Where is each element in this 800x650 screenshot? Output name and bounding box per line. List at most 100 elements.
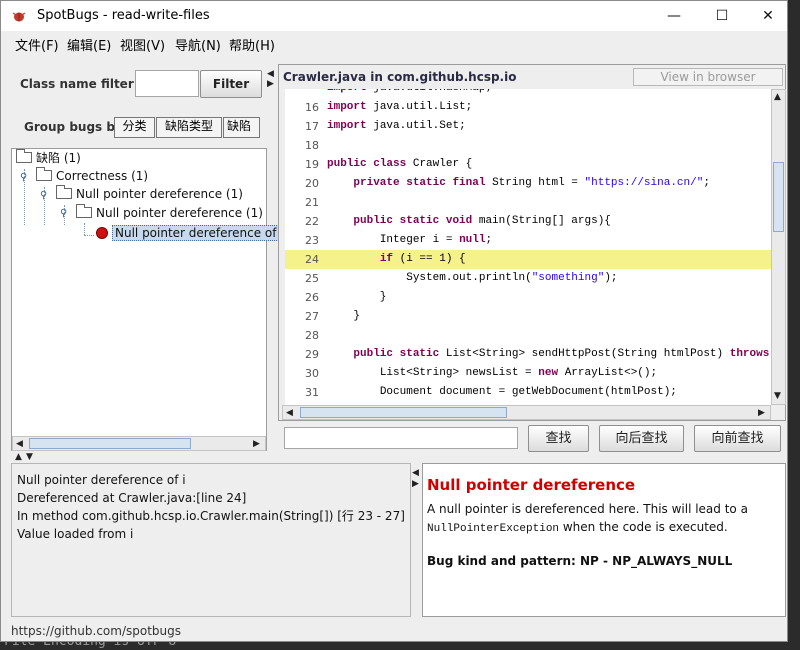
code-line: 26 } (285, 288, 771, 307)
code-text: import java.util.Set; (327, 120, 466, 132)
find-previous-button[interactable]: 向前查找 (694, 425, 781, 452)
line-number: 19 (305, 158, 319, 171)
code-text: public static List<String> sendHttpPost(… (353, 348, 770, 360)
line-number: 25 (305, 272, 319, 285)
code-text: public class Crawler { (327, 158, 473, 170)
menu-edit[interactable]: 编辑(E) (67, 35, 111, 54)
title-bar: SpotBugs - read-write-files — ☐ ✕ (1, 1, 787, 31)
code-line: 30 List<String> newsList = new ArrayList… (285, 364, 771, 383)
code-line: 31 Document document = getWebDocument(ht… (285, 383, 771, 402)
maximize-button[interactable]: ☐ (699, 1, 745, 31)
split-down-arrow-icon[interactable]: ▼ (26, 452, 33, 462)
scroll-right-icon[interactable]: ▶ (758, 408, 765, 418)
close-button[interactable]: ✕ (745, 1, 791, 31)
tree-bug-instance[interactable]: Null pointer dereference of i (96, 224, 287, 242)
search-input[interactable] (284, 427, 518, 449)
tree-bug-pattern-label: Null pointer dereference (1) (96, 206, 263, 220)
code-text: import java.util.HashMap; (327, 89, 492, 98)
details-line: In method com.github.hcsp.io.Crawler.mai… (17, 509, 405, 523)
source-code-view: import java.util.HashMap; 16 import java.u… (285, 89, 771, 405)
status-link[interactable]: https://github.com/spotbugs (11, 624, 181, 638)
source-hscroll-thumb[interactable] (300, 407, 507, 418)
code-line: 18 (285, 136, 771, 155)
line-number: 26 (305, 291, 319, 304)
menu-navigate[interactable]: 导航(N) (175, 35, 221, 54)
tree-connector (84, 223, 85, 235)
line-number: 18 (305, 139, 319, 152)
bug-kind-pattern: Bug kind and pattern: NP - NP_ALWAYS_NUL… (427, 554, 733, 568)
menu-view[interactable]: 视图(V) (120, 35, 165, 54)
tree-connector (84, 235, 94, 236)
line-number: 29 (305, 348, 319, 361)
source-vertical-scrollbar[interactable]: ▲ ▼ (771, 89, 786, 405)
expand-toggle-icon[interactable]: ⚲ (20, 172, 27, 183)
code-line: 19 public class Crawler { (285, 155, 771, 174)
group-by-bug-type[interactable]: 缺陷类型 (156, 117, 222, 138)
status-bar: https://github.com/spotbugs (1, 623, 787, 641)
group-by-bug-more[interactable]: 缺陷 (223, 117, 260, 138)
line-number: 27 (305, 310, 319, 323)
folder-icon (76, 204, 92, 218)
code-line: 23 Integer i = null; (285, 231, 771, 250)
bug-details-pane: Null pointer dereference of i Dereferenc… (11, 463, 411, 617)
expand-toggle-icon[interactable]: ⚲ (60, 208, 67, 219)
description-title: Null pointer dereference (427, 476, 636, 494)
line-number: 16 (305, 101, 319, 114)
tree-root[interactable]: 缺陷 (1) (16, 149, 81, 167)
code-text: Document document = getWebDocument(htmlP… (379, 386, 677, 398)
minimize-button[interactable]: — (651, 1, 697, 31)
source-horizontal-scrollbar[interactable]: ◀ ▶ (282, 405, 771, 420)
tree-horizontal-scrollbar[interactable]: ◀ ▶ (12, 436, 266, 451)
code-line: 21 (285, 193, 771, 212)
menu-help[interactable]: 帮助(H) (229, 35, 275, 54)
split-left-arrow-icon[interactable]: ◀ (267, 69, 274, 79)
class-filter-input[interactable] (135, 70, 199, 97)
filter-button[interactable]: Filter (200, 70, 262, 98)
split-up-arrow-icon[interactable]: ▲ (15, 452, 22, 462)
line-number: 21 (305, 196, 319, 209)
tree-bug-pattern[interactable]: Null pointer dereference (1) (76, 204, 263, 222)
code-line: 22 public static void main(String[] args… (285, 212, 771, 231)
split-left-arrow-icon[interactable]: ◀ (412, 468, 419, 478)
line-number: 30 (305, 367, 319, 380)
scroll-right-icon[interactable]: ▶ (253, 439, 260, 449)
scroll-up-icon[interactable]: ▲ (774, 92, 781, 102)
bug-app-icon (12, 12, 26, 22)
code-line-highlighted: 24 if (i == 1) { (285, 250, 771, 269)
find-next-button[interactable]: 向后查找 (599, 425, 684, 452)
window-title: SpotBugs - read-write-files (37, 8, 210, 23)
split-right-arrow-icon[interactable]: ▶ (267, 79, 274, 89)
view-in-browser-button[interactable]: View in browser (633, 68, 783, 86)
code-text: private static final String html = "http… (353, 177, 710, 189)
code-line: import java.util.HashMap; (285, 89, 771, 98)
scroll-left-icon[interactable]: ◀ (286, 408, 293, 418)
menu-file[interactable]: 文件(F) (15, 35, 59, 54)
line-number: 20 (305, 177, 319, 190)
group-by-category[interactable]: 分类 (114, 117, 155, 138)
details-line: Dereferenced at Crawler.java:[line 24] (17, 491, 247, 505)
code-text: public static void main(String[] args){ (353, 215, 611, 227)
code-text: } (327, 291, 387, 303)
source-vscroll-thumb[interactable] (773, 162, 784, 232)
scroll-left-icon[interactable]: ◀ (16, 439, 23, 449)
code-line: 25 System.out.println("something"); (285, 269, 771, 288)
tree-scroll-thumb[interactable] (29, 438, 191, 449)
bug-severity-icon (96, 227, 108, 239)
find-button[interactable]: 查找 (528, 425, 589, 452)
line-number: 24 (305, 253, 319, 266)
tree-root-label: 缺陷 (1) (36, 151, 81, 165)
description-code: NullPointerException (427, 523, 560, 535)
details-line: Value loaded from i (17, 527, 134, 541)
code-text: import java.util.List; (327, 101, 473, 113)
code-text: System.out.println("something"); (406, 272, 618, 284)
code-line: 16 import java.util.List; (285, 98, 771, 117)
tree-category[interactable]: Correctness (1) (36, 167, 148, 185)
scroll-down-icon[interactable]: ▼ (774, 391, 781, 401)
line-number: 28 (305, 329, 319, 342)
split-right-arrow-icon[interactable]: ▶ (412, 479, 419, 489)
tree-bug-type[interactable]: Null pointer dereference (1) (56, 185, 243, 203)
expand-toggle-icon[interactable]: ⚲ (40, 190, 47, 201)
code-text: } (327, 310, 361, 322)
bug-description-pane: Null pointer dereference A null pointer … (422, 463, 786, 617)
details-line: Null pointer dereference of i (17, 473, 186, 487)
